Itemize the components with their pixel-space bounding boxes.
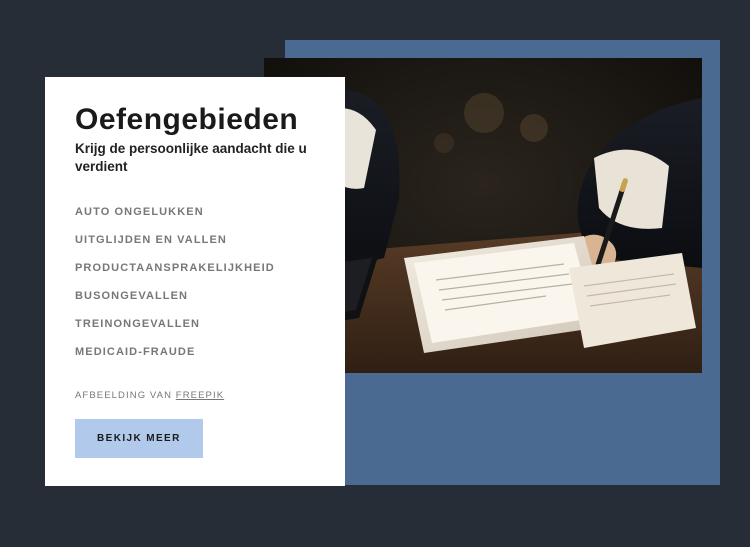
view-more-button[interactable]: BEKIJK MEER <box>75 419 203 458</box>
list-item[interactable]: AUTO ONGELUKKEN <box>75 198 315 226</box>
image-attribution: AFBEELDING VAN FREEPIK <box>75 390 315 401</box>
list-item[interactable]: UITGLIJDEN EN VALLEN <box>75 226 315 254</box>
list-item[interactable]: TREINONGEVALLEN <box>75 310 315 338</box>
practice-areas-list: AUTO ONGELUKKEN UITGLIJDEN EN VALLEN PRO… <box>75 198 315 366</box>
attribution-link[interactable]: FREEPIK <box>176 390 224 401</box>
practice-areas-card: Oefengebieden Krijg de persoonlijke aand… <box>45 77 345 486</box>
card-title: Oefengebieden <box>75 103 315 137</box>
list-item[interactable]: MEDICAID-FRAUDE <box>75 338 315 366</box>
list-item[interactable]: PRODUCTAANSPRAKELIJKHEID <box>75 254 315 282</box>
list-item[interactable]: BUSONGEVALLEN <box>75 282 315 310</box>
card-subtitle: Krijg de persoonlijke aandacht die u ver… <box>75 140 315 176</box>
